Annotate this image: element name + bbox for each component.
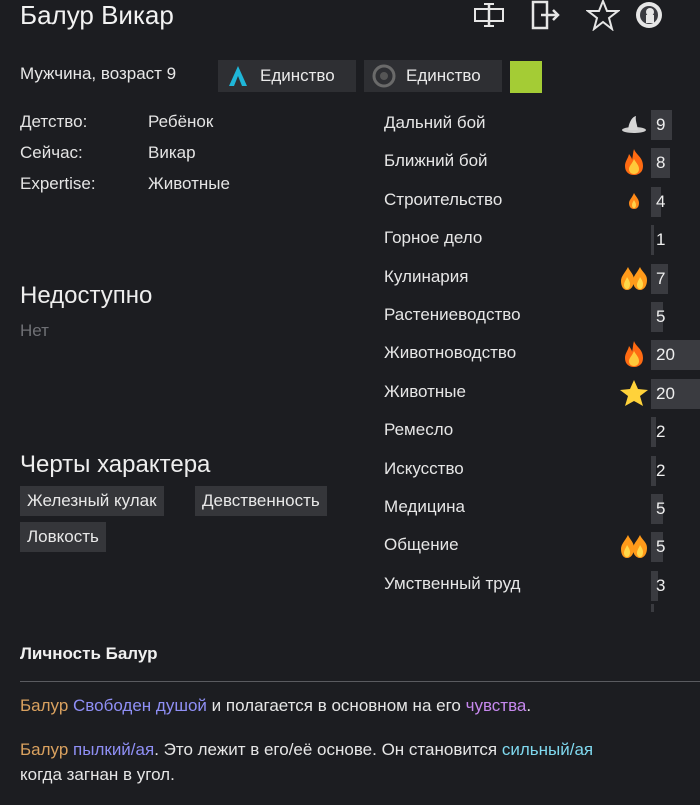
pawn-name: Балур Викар xyxy=(20,0,174,30)
skill-level: 5 xyxy=(656,307,666,326)
skill-level: 20 xyxy=(656,345,675,365)
trait-tag[interactable]: Железный кулак xyxy=(20,486,164,516)
ideoligion-primary[interactable]: Единство xyxy=(218,60,356,92)
skill-name: Медицина xyxy=(384,497,465,516)
skill-level: 2 xyxy=(656,460,666,480)
personality-trait[interactable]: Свободен душой xyxy=(73,696,207,715)
skill-level: 7 xyxy=(656,268,666,288)
skill-name: Искусство xyxy=(384,458,464,478)
personality-text: . xyxy=(526,696,532,715)
skill-name: Ближний бой xyxy=(384,151,488,171)
flame-icon xyxy=(618,147,650,177)
personality-title: Личность Балур xyxy=(20,644,158,663)
pawn-name-ref: Балур xyxy=(20,740,69,759)
incapable-value: Нет xyxy=(20,321,49,340)
personality-line-2: Балур пылкий/ая. Это лежит в его/её осно… xyxy=(20,737,700,762)
skill-name: Животные xyxy=(384,381,466,401)
trait-tag[interactable]: Ловкость xyxy=(20,522,106,552)
skill-name: Горное дело xyxy=(384,228,483,248)
personality-trait[interactable]: пылкий/ая xyxy=(73,740,154,759)
personality-text: . Это лежит в его/её основе. Он становит… xyxy=(154,740,502,759)
skill-name: Строительство xyxy=(384,189,503,209)
traits-title: Черты характера xyxy=(20,451,211,478)
personality-text: и полагается в основном на его xyxy=(206,696,466,715)
ideoligion-circle-icon xyxy=(372,64,396,88)
personality-line-1: Балур Свободен душой и полагается в осно… xyxy=(20,693,700,718)
ideoligion-secondary[interactable]: Единство xyxy=(364,60,502,92)
star-icon xyxy=(618,378,650,408)
prisoner-icon[interactable] xyxy=(632,0,666,30)
expertise-value[interactable]: Животные xyxy=(148,174,230,194)
trait-tag[interactable]: Девственность xyxy=(195,486,327,516)
skill-level: 3 xyxy=(656,575,666,595)
skill-level: 9 xyxy=(656,115,666,134)
banish-icon[interactable] xyxy=(528,0,562,30)
skill-level: 4 xyxy=(656,191,666,211)
skill-name: Дальний бой xyxy=(384,113,486,132)
ideoligion-triangle-icon xyxy=(226,64,250,88)
flame-icon xyxy=(618,186,650,216)
divider xyxy=(20,681,700,682)
personality-line-3: когда загнан в угол. xyxy=(20,765,175,784)
hat-icon xyxy=(618,109,650,139)
skill-level: 8 xyxy=(656,153,666,173)
adulthood-label: Сейчас: xyxy=(20,143,83,162)
personality-trait[interactable]: сильный/ая xyxy=(502,740,593,759)
childhood-value[interactable]: Ребёнок xyxy=(148,112,213,132)
skill-name: Общение xyxy=(384,535,459,555)
skill-level: 5 xyxy=(656,537,666,557)
rename-icon[interactable] xyxy=(472,0,506,30)
skill-bar-edge xyxy=(651,604,654,612)
skill-name: Ремесло xyxy=(384,420,454,440)
pawn-name-ref: Балур xyxy=(20,696,69,715)
favorite-star-icon[interactable] xyxy=(586,0,620,31)
skill-name: Кулинария xyxy=(384,266,469,286)
flame-icon xyxy=(618,339,650,369)
skill-level: 5 xyxy=(656,499,666,518)
ideoligion-label: Единство xyxy=(406,66,481,85)
flame-icon xyxy=(618,263,650,293)
skill-level: 20 xyxy=(656,383,675,403)
favorite-color-swatch xyxy=(510,61,542,93)
personality-trait[interactable]: чувства xyxy=(466,696,527,715)
skill-level: 1 xyxy=(656,230,666,250)
ideoligion-label: Единство xyxy=(260,66,335,85)
adulthood-value[interactable]: Викар xyxy=(148,143,196,163)
gender-age: Мужчина, возраст 9 xyxy=(20,64,177,83)
expertise-label: Expertise: xyxy=(20,174,96,193)
flame-icon xyxy=(618,531,650,561)
incapable-title: Недоступно xyxy=(20,282,153,309)
skill-name: Животноводство xyxy=(384,343,517,363)
childhood-label: Детство: xyxy=(20,112,88,131)
skill-bar-fill xyxy=(651,225,654,256)
skill-level: 2 xyxy=(656,422,666,442)
skill-name: Умственный труд xyxy=(384,573,521,593)
skill-name: Растениеводство xyxy=(384,305,521,324)
